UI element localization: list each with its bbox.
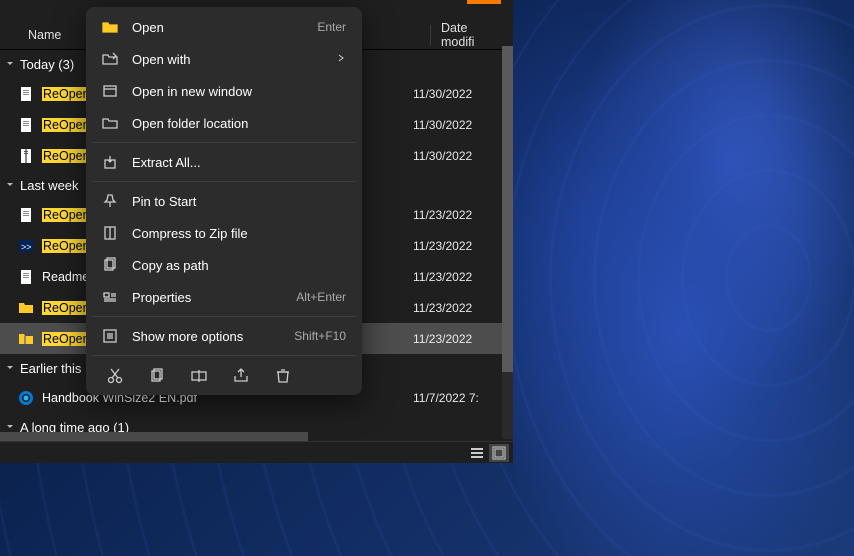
openwith-icon xyxy=(102,51,118,67)
menu-item-label: Compress to Zip file xyxy=(132,226,346,241)
menu-item-open-in-new-window[interactable]: Open in new window xyxy=(90,75,358,107)
scrollbar-thumb[interactable] xyxy=(502,46,513,372)
file-icon xyxy=(18,300,34,316)
menu-item-label: Open folder location xyxy=(132,116,346,131)
share-button[interactable] xyxy=(232,367,250,385)
file-icon xyxy=(18,148,34,164)
copypath-icon xyxy=(102,257,118,273)
menu-separator xyxy=(92,142,356,143)
menu-item-pin-to-start[interactable]: Pin to Start xyxy=(90,185,358,217)
chevron-right-icon xyxy=(336,52,346,66)
view-large-button[interactable] xyxy=(489,444,509,462)
menu-item-label: Open in new window xyxy=(132,84,346,99)
file-date: 11/23/2022 xyxy=(413,239,513,253)
file-date: 11/30/2022 xyxy=(413,87,513,101)
props-icon xyxy=(102,289,118,305)
menu-item-show-more-options[interactable]: Show more options Shift+F10 xyxy=(90,320,358,352)
column-date[interactable]: Date modifi xyxy=(441,21,503,49)
menu-separator xyxy=(92,355,356,356)
group-label: Last week xyxy=(20,178,79,193)
context-toolbar xyxy=(90,359,358,391)
file-icon: >> xyxy=(18,238,34,254)
status-bar xyxy=(0,441,513,463)
cut-button[interactable] xyxy=(106,367,124,385)
folderloc-icon xyxy=(102,115,118,131)
chevron-down-icon xyxy=(4,58,16,70)
menu-accelerator: Enter xyxy=(317,20,346,34)
compress-icon xyxy=(102,225,118,241)
file-date: 11/30/2022 xyxy=(413,149,513,163)
menu-accelerator: Shift+F10 xyxy=(294,329,346,343)
delete-button[interactable] xyxy=(274,367,292,385)
copy-button[interactable] xyxy=(148,367,166,385)
extract-icon xyxy=(102,154,118,170)
file-date: 11/7/2022 7: xyxy=(413,391,513,405)
chevron-down-icon xyxy=(4,179,16,191)
menu-item-properties[interactable]: Properties Alt+Enter xyxy=(90,281,358,313)
menu-item-copy-as-path[interactable]: Copy as path xyxy=(90,249,358,281)
menu-item-label: Copy as path xyxy=(132,258,346,273)
file-icon xyxy=(18,86,34,102)
group-label: Earlier this xyxy=(20,361,81,376)
pin-icon xyxy=(102,193,118,209)
file-date: 11/30/2022 xyxy=(413,118,513,132)
menu-item-open[interactable]: Open Enter xyxy=(90,11,358,43)
menu-item-open-with[interactable]: Open with xyxy=(90,43,358,75)
menu-item-open-folder-location[interactable]: Open folder location xyxy=(90,107,358,139)
file-icon xyxy=(18,390,34,406)
file-icon xyxy=(18,117,34,133)
context-menu: Open Enter Open with Open in new window Open… xyxy=(86,7,362,395)
file-date: 11/23/2022 xyxy=(413,301,513,315)
file-icon xyxy=(18,207,34,223)
menu-item-label: Open xyxy=(132,20,303,35)
file-icon xyxy=(18,331,34,347)
group-label: Today (3) xyxy=(20,57,74,72)
view-details-button[interactable] xyxy=(467,444,487,462)
scrollbar-vertical[interactable] xyxy=(502,46,513,439)
scrollbar-horizontal[interactable] xyxy=(0,432,308,441)
file-date: 11/23/2022 xyxy=(413,208,513,222)
column-separator[interactable] xyxy=(430,25,431,45)
open-icon xyxy=(102,19,118,35)
file-date: 11/23/2022 xyxy=(413,270,513,284)
more-icon xyxy=(102,328,118,344)
menu-item-label: Show more options xyxy=(132,329,280,344)
menu-item-label: Open with xyxy=(132,52,322,67)
file-date: 11/23/2022 xyxy=(413,332,513,346)
menu-item-label: Pin to Start xyxy=(132,194,346,209)
menu-separator xyxy=(92,181,356,182)
window-accent xyxy=(467,0,501,4)
menu-item-compress-to-zip-file[interactable]: Compress to Zip file xyxy=(90,217,358,249)
menu-accelerator: Alt+Enter xyxy=(296,290,346,304)
newwin-icon xyxy=(102,83,118,99)
chevron-down-icon xyxy=(4,362,16,374)
menu-separator xyxy=(92,316,356,317)
rename-button[interactable] xyxy=(190,367,208,385)
menu-item-label: Properties xyxy=(132,290,282,305)
menu-item-extract-all-[interactable]: Extract All... xyxy=(90,146,358,178)
menu-item-label: Extract All... xyxy=(132,155,346,170)
file-icon xyxy=(18,269,34,285)
svg-text:>>: >> xyxy=(21,242,32,252)
